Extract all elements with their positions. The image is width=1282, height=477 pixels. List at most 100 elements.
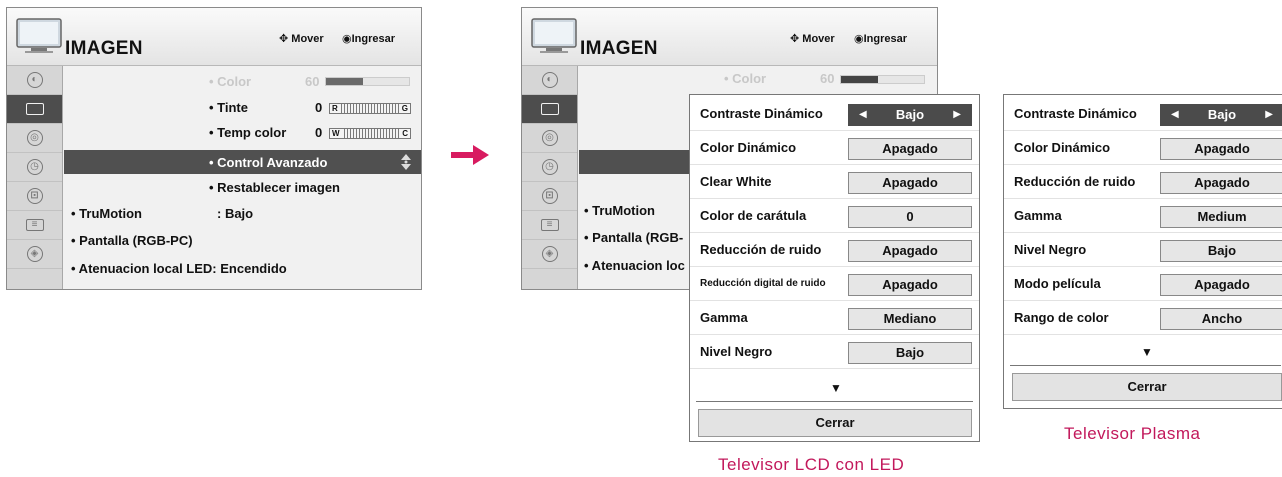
lcd-row-skin-color[interactable]: Color de carátula 0	[690, 199, 979, 233]
lcd-label-noise-reduction: Reducción de ruido	[700, 242, 822, 257]
lcd-value-black-level[interactable]: Bajo	[848, 342, 972, 364]
color-bar-fill	[841, 76, 879, 83]
lcd-label-dynamic-contrast: Contraste Dinámico	[700, 106, 823, 121]
menu-item-temp[interactable]: • Temp color	[209, 125, 286, 140]
lcd-label-clear-white: Clear White	[700, 174, 772, 189]
plasma-close-button[interactable]: Cerrar	[1012, 373, 1282, 401]
lcd-value-skin-color[interactable]: 0	[848, 206, 972, 228]
input-icon[interactable]: ◈	[522, 240, 577, 269]
trumotion-value: : Bajo	[217, 206, 254, 221]
plasma-value-gamma[interactable]: Medium	[1160, 206, 1282, 228]
tint-value: 0	[315, 100, 323, 115]
plasma-label-color-gamut: Rango de color	[1014, 310, 1109, 325]
lcd-close-button[interactable]: Cerrar	[698, 409, 972, 437]
lcd-label-black-level: Nivel Negro	[700, 344, 773, 359]
plasma-value-film-mode[interactable]: Apagado	[1160, 274, 1282, 296]
menu-item-color[interactable]: • Color	[209, 74, 251, 89]
menu-item-tint[interactable]: • Tinte	[209, 100, 248, 115]
input-icon[interactable]: ◈	[7, 240, 62, 269]
picture-icon[interactable]	[522, 95, 577, 124]
scroll-down-icon[interactable]: ▼	[826, 381, 846, 395]
option-icon[interactable]: ≡	[522, 211, 577, 240]
menu-item-trumotion[interactable]: • TruMotion	[584, 203, 655, 218]
move-hint: ✥ Mover	[790, 33, 835, 45]
plasma-label-gamma: Gamma	[1014, 208, 1062, 223]
menu-item-led[interactable]: • Atenuacion loc	[584, 258, 685, 273]
temp-slider[interactable]: W C	[329, 128, 411, 139]
plasma-row-film-mode[interactable]: Modo película Apagado	[1004, 267, 1282, 301]
lcd-label-dynamic-color: Color Dinámico	[700, 140, 797, 155]
lock-icon[interactable]: ⊡	[522, 182, 577, 211]
menu-item-screen[interactable]: • Pantalla (RGB-	[584, 230, 683, 245]
picture-icon[interactable]	[7, 95, 62, 124]
time-icon[interactable]: ◷	[7, 153, 62, 182]
scroll-down-icon[interactable]: ▼	[1137, 345, 1157, 359]
option-icon[interactable]: ≡	[7, 211, 62, 240]
popup-divider	[1010, 365, 1281, 366]
menu-item-reset[interactable]: • Restablecer imagen	[209, 180, 340, 195]
plasma-row-black-level[interactable]: Nivel Negro Bajo	[1004, 233, 1282, 267]
lcd-row-gamma[interactable]: Gamma Mediano	[690, 301, 979, 335]
left-arrow-icon[interactable]: ◀	[1171, 105, 1179, 125]
menu-item-color[interactable]: • Color	[724, 71, 766, 86]
plasma-row-dynamic-color[interactable]: Color Dinámico Apagado	[1004, 131, 1282, 165]
menu-header: IMAGEN ✥ Mover ◉Ingresar	[522, 8, 937, 66]
lcd-row-clear-white[interactable]: Clear White Apagado	[690, 165, 979, 199]
color-bar	[325, 77, 410, 86]
plasma-label-dynamic-color: Color Dinámico	[1014, 140, 1111, 155]
lcd-value-dynamic-color[interactable]: Apagado	[848, 138, 972, 160]
audio-icon[interactable]: ◎	[7, 124, 62, 153]
lcd-row-dynamic-contrast[interactable]: Contraste Dinámico ◀ Bajo ▶	[690, 97, 979, 131]
plasma-value-dynamic-contrast[interactable]: ◀ Bajo ▶	[1160, 104, 1282, 126]
lcd-value-dynamic-contrast[interactable]: ◀ Bajo ▶	[848, 104, 972, 126]
menu-item-advanced[interactable]: • Control Avanzado	[209, 155, 327, 170]
audio-icon[interactable]: ◎	[522, 124, 577, 153]
category-sidebar: ◐ ◎ ◷ ⊡ ≡ ◈	[7, 66, 63, 289]
picture-settings-icon[interactable]: ◐	[7, 66, 62, 95]
updown-icon	[401, 154, 411, 170]
temp-value: 0	[315, 125, 323, 140]
right-arrow-icon[interactable]: ▶	[953, 105, 961, 125]
lcd-row-black-level[interactable]: Nivel Negro Bajo	[690, 335, 979, 369]
menu-item-screen[interactable]: • Pantalla (RGB-PC)	[71, 233, 193, 248]
plasma-row-noise-reduction[interactable]: Reducción de ruido Apagado	[1004, 165, 1282, 199]
right-arrow-icon[interactable]: ▶	[1265, 105, 1273, 125]
tint-left-label: R	[330, 104, 340, 113]
tv-icon	[16, 18, 62, 53]
picture-settings-icon[interactable]: ◐	[522, 66, 577, 95]
temp-right-label: C	[400, 129, 410, 138]
lcd-value-clear-white[interactable]: Apagado	[848, 172, 972, 194]
move-hint: ✥ Mover	[279, 33, 324, 45]
menu-item-led[interactable]: • Atenuacion local LED: Encendido	[71, 261, 287, 276]
plasma-row-dynamic-contrast[interactable]: Contraste Dinámico ◀ Bajo ▶	[1004, 97, 1282, 131]
plasma-row-gamma[interactable]: Gamma Medium	[1004, 199, 1282, 233]
lock-icon[interactable]: ⊡	[7, 182, 62, 211]
plasma-row-color-gamut[interactable]: Rango de color Ancho	[1004, 301, 1282, 335]
tv-icon	[531, 18, 577, 53]
lcd-value-digital-noise-reduction[interactable]: Apagado	[848, 274, 972, 296]
lcd-row-noise-reduction[interactable]: Reducción de ruido Apagado	[690, 233, 979, 267]
lcd-value-gamma[interactable]: Mediano	[848, 308, 972, 330]
lcd-advanced-popup: Contraste Dinámico ◀ Bajo ▶ Color Dinámi…	[689, 94, 980, 442]
plasma-value-noise-reduction[interactable]: Apagado	[1160, 172, 1282, 194]
time-icon[interactable]: ◷	[522, 153, 577, 182]
menu-item-trumotion[interactable]: • TruMotion	[71, 206, 142, 221]
left-arrow-icon[interactable]: ◀	[859, 105, 867, 125]
plasma-value-dynamic-color[interactable]: Apagado	[1160, 138, 1282, 160]
color-value: 60	[305, 74, 320, 89]
color-bar	[840, 75, 925, 84]
enter-hint: ◉Ingresar	[342, 33, 396, 45]
lcd-value-noise-reduction[interactable]: Apagado	[848, 240, 972, 262]
ok-icon: ◉	[854, 33, 864, 45]
lcd-row-digital-noise-reduction[interactable]: Reducción digital de ruido Apagado	[690, 267, 979, 301]
plasma-value-color-gamut[interactable]: Ancho	[1160, 308, 1282, 330]
ok-icon: ◉	[342, 33, 352, 45]
plasma-value-black-level[interactable]: Bajo	[1160, 240, 1282, 262]
color-bar-fill	[326, 78, 364, 85]
tint-slider[interactable]: R G	[329, 103, 411, 114]
lcd-row-dynamic-color[interactable]: Color Dinámico Apagado	[690, 131, 979, 165]
color-value: 60	[820, 71, 835, 86]
move-icon: ✥	[790, 33, 800, 45]
lcd-label-digital-noise-reduction: Reducción digital de ruido	[700, 278, 826, 289]
menu-header: IMAGEN ✥ Mover ◉Ingresar	[7, 8, 421, 66]
